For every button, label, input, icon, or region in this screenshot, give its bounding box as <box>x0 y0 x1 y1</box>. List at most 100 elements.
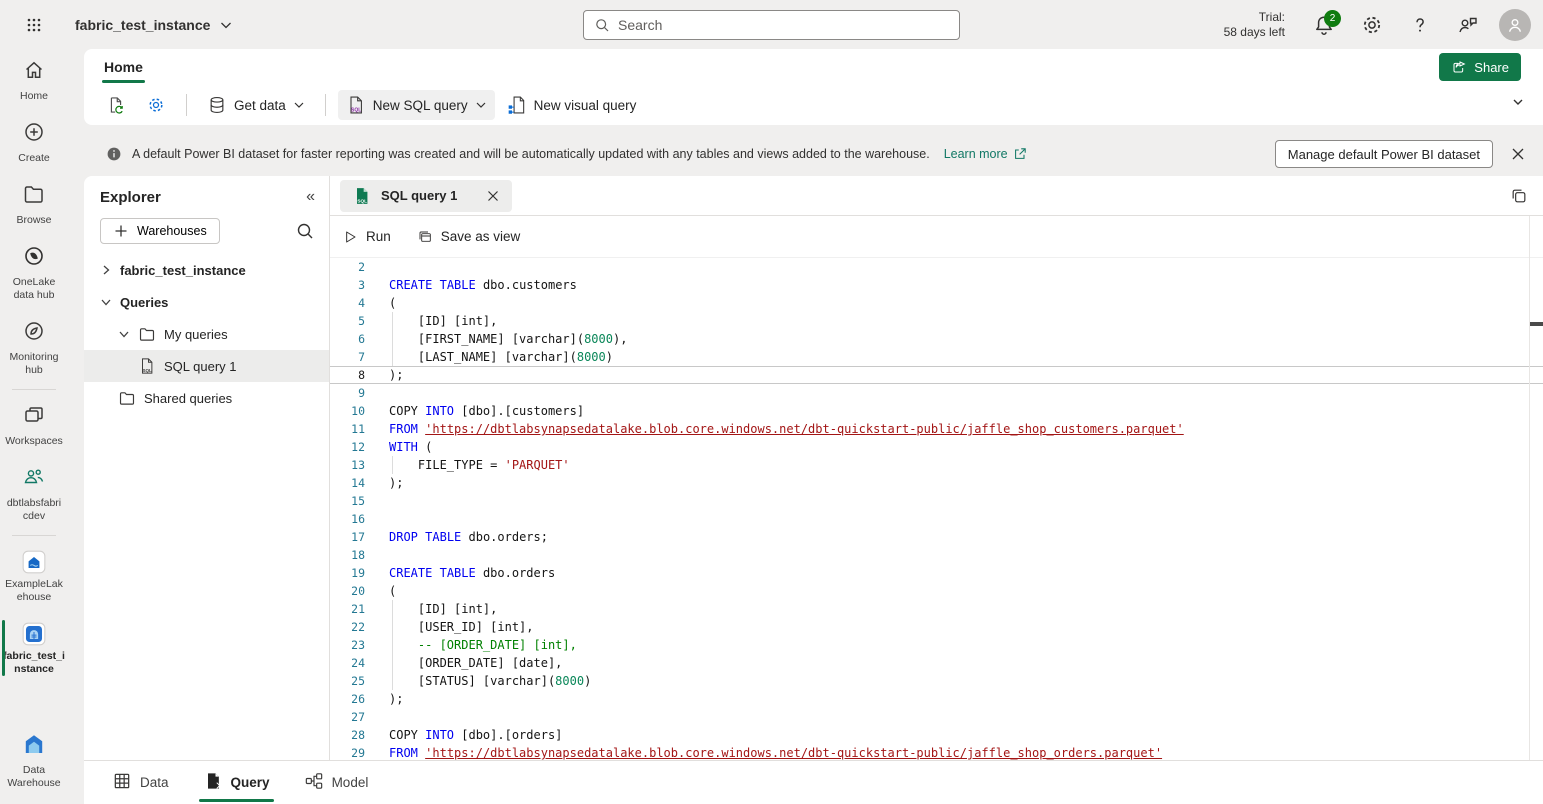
code-line-13[interactable]: 13 FILE_TYPE = 'PARQUET' <box>330 456 1543 474</box>
editor-scrollbar-thumb[interactable] <box>1530 322 1543 326</box>
ribbon-collapse-chevron[interactable] <box>1511 95 1525 114</box>
indent-guide <box>392 600 393 618</box>
view-tab-model[interactable]: Model <box>292 761 381 804</box>
code-line-content: ); <box>375 690 1543 708</box>
workspace-switcher[interactable]: fabric_test_instance <box>75 17 234 33</box>
copy-icon[interactable] <box>1509 186 1529 206</box>
sidebar-item-data-warehouse[interactable]: DataWarehouse <box>0 723 68 804</box>
code-line-19[interactable]: 19CREATE TABLE dbo.orders <box>330 564 1543 582</box>
token-pl: ); <box>389 476 403 490</box>
get-data-button[interactable]: Get data <box>199 90 313 120</box>
tab-home[interactable]: Home <box>98 53 149 81</box>
refresh-dataset-button[interactable] <box>98 90 134 120</box>
token-pl: ) <box>606 350 613 364</box>
sidebar-item-onelake-data-hub[interactable]: OneLakedata hub <box>0 235 68 310</box>
tree-item-my-queries[interactable]: My queries <box>84 318 329 350</box>
code-line-12[interactable]: 12WITH ( <box>330 438 1543 456</box>
code-line-10[interactable]: 10COPY INTO [dbo].[customers] <box>330 402 1543 420</box>
tree-item-shared-queries[interactable]: Shared queries <box>84 382 329 414</box>
code-line-28[interactable]: 28COPY INTO [dbo].[orders] <box>330 726 1543 744</box>
sidebar-item-monitoring-hub[interactable]: Monitoringhub <box>0 310 68 385</box>
tree-item-label: Shared queries <box>144 391 232 406</box>
rail-spacer <box>0 684 68 723</box>
code-line-5[interactable]: 5 [ID] [int], <box>330 312 1543 330</box>
learn-more-link[interactable]: Learn more <box>944 146 1028 162</box>
chevron-down-icon[interactable] <box>118 328 130 340</box>
settings-button[interactable] <box>1355 8 1389 42</box>
view-tab-data[interactable]: Data <box>100 761 181 804</box>
new-sql-query-button[interactable]: SQL New SQL query <box>338 90 495 120</box>
tree-item-queries[interactable]: Queries <box>84 286 329 318</box>
save-as-view-button[interactable]: Save as view <box>417 229 521 245</box>
tree-item-sql-query-1[interactable]: SQLSQL query 1 <box>84 350 329 382</box>
sidebar-item-dbtlabsfabricdev[interactable]: dbtlabsfabricdev <box>0 456 68 531</box>
sidebar-item-home[interactable]: Home <box>0 49 68 111</box>
search-input[interactable]: Search <box>583 10 960 40</box>
code-line-18[interactable]: 18 <box>330 546 1543 564</box>
sidebar-item-workspaces[interactable]: Workspaces <box>0 394 68 456</box>
token-kw: INTO <box>425 404 454 418</box>
notifications-button[interactable]: 2 <box>1307 8 1341 42</box>
line-number: 6 <box>330 330 375 348</box>
sidebar-item-label: fabric_test_instance <box>3 650 65 676</box>
code-line-9[interactable]: 9 <box>330 384 1543 402</box>
bottom-view-tabs: DataQueryModel <box>84 760 1543 804</box>
banner-close-icon[interactable] <box>1503 139 1533 169</box>
sidebar-item-create[interactable]: Create <box>0 111 68 173</box>
line-number: 25 <box>330 672 375 690</box>
code-line-27[interactable]: 27 <box>330 708 1543 726</box>
chevron-right-icon[interactable] <box>100 264 112 276</box>
dataset-settings-button[interactable] <box>138 90 174 120</box>
code-line-14[interactable]: 14); <box>330 474 1543 492</box>
editor-scrollbar-track[interactable] <box>1529 216 1530 760</box>
explorer-search-icon[interactable] <box>295 221 315 241</box>
code-line-4[interactable]: 4( <box>330 294 1543 312</box>
code-line-content <box>375 546 1543 564</box>
view-tab-query[interactable]: Query <box>191 761 282 804</box>
tab-sql-query-1[interactable]: SQL SQL query 1 <box>340 180 512 212</box>
code-line-content: [STATUS] [varchar](8000) <box>375 672 1543 690</box>
code-line-8[interactable]: 8); <box>330 366 1543 384</box>
code-line-2[interactable]: 2 <box>330 258 1543 276</box>
code-line-23[interactable]: 23 -- [ORDER_DATE] [int], <box>330 636 1543 654</box>
account-avatar[interactable] <box>1499 9 1531 41</box>
code-line-21[interactable]: 21 [ID] [int], <box>330 600 1543 618</box>
sidebar-item-browse[interactable]: Browse <box>0 173 68 235</box>
code-line-24[interactable]: 24 [ORDER_DATE] [date], <box>330 654 1543 672</box>
sidebar-item-examplelakehouse[interactable]: ExampleLakehouse <box>0 540 68 612</box>
close-tab-icon[interactable] <box>484 187 502 205</box>
code-line-15[interactable]: 15 <box>330 492 1543 510</box>
code-line-25[interactable]: 25 [STATUS] [varchar](8000) <box>330 672 1543 690</box>
app-launcher-icon[interactable] <box>17 8 51 42</box>
tree-item-fabric_test_instance[interactable]: fabric_test_instance <box>84 254 329 286</box>
code-line-6[interactable]: 6 [FIRST_NAME] [varchar](8000), <box>330 330 1543 348</box>
code-line-content <box>375 708 1543 726</box>
code-line-29[interactable]: 29FROM 'https://dbtlabsynapsedatalake.bl… <box>330 744 1543 760</box>
token-pl: [dbo].[customers] <box>454 404 584 418</box>
code-line-20[interactable]: 20( <box>330 582 1543 600</box>
run-button[interactable]: Run <box>342 229 391 245</box>
chevron-down-icon[interactable] <box>100 296 112 308</box>
code-line-26[interactable]: 26); <box>330 690 1543 708</box>
code-line-3[interactable]: 3CREATE TABLE dbo.customers <box>330 276 1543 294</box>
sidebar-item-fabric-test-instance[interactable]: fabric_test_instance <box>0 612 68 684</box>
help-button[interactable] <box>1403 8 1437 42</box>
workspace-name: fabric_test_instance <box>75 17 210 33</box>
code-line-content: ); <box>375 474 1543 492</box>
new-visual-query-button[interactable]: New visual query <box>499 90 645 120</box>
sql-code-area[interactable]: 23CREATE TABLE dbo.customers4(5 [ID] [in… <box>330 258 1543 760</box>
share-button[interactable]: Share <box>1439 53 1521 81</box>
code-line-7[interactable]: 7 [LAST_NAME] [varchar](8000) <box>330 348 1543 366</box>
monitor-icon <box>22 319 46 348</box>
code-line-17[interactable]: 17DROP TABLE dbo.orders; <box>330 528 1543 546</box>
ribbon-tab-row: Home Share <box>84 49 1543 85</box>
feedback-button[interactable] <box>1451 8 1485 42</box>
code-line-11[interactable]: 11FROM 'https://dbtlabsynapsedatalake.bl… <box>330 420 1543 438</box>
code-line-22[interactable]: 22 [USER_ID] [int], <box>330 618 1543 636</box>
indent-guide <box>392 312 393 330</box>
code-line-16[interactable]: 16 <box>330 510 1543 528</box>
collapse-explorer-icon[interactable]: « <box>306 188 315 206</box>
add-warehouses-button[interactable]: Warehouses <box>100 218 220 244</box>
manage-default-dataset-button[interactable]: Manage default Power BI dataset <box>1275 140 1493 168</box>
ribbon-separator <box>325 94 326 116</box>
